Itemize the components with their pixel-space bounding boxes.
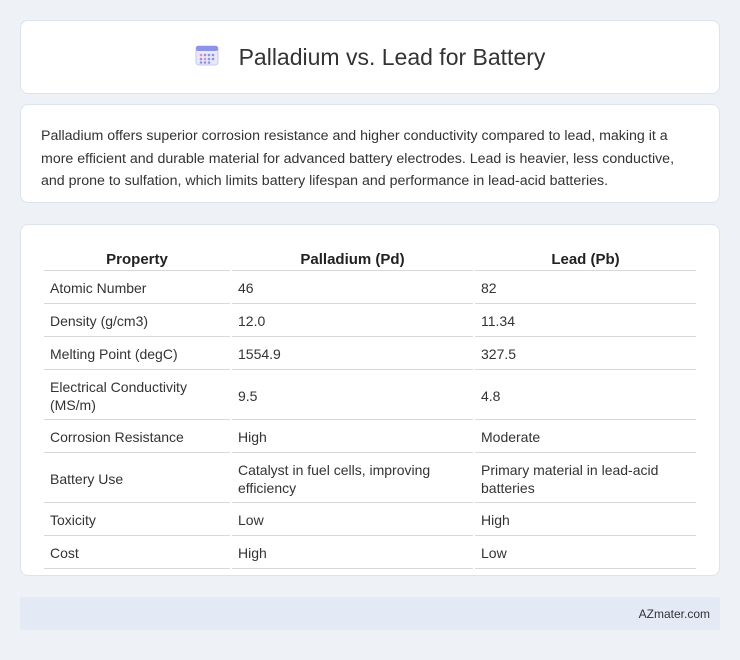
row-property: Melting Point (degC) — [44, 339, 230, 370]
row-palladium: 46 — [232, 273, 473, 304]
comparison-table-card: Property Palladium (Pd) Lead (Pb) Atomic… — [20, 224, 720, 576]
row-property: Toxicity — [44, 505, 230, 536]
row-lead: 327.5 — [475, 339, 696, 370]
page-title: Palladium vs. Lead for Battery — [238, 43, 546, 70]
row-property: Atomic Number — [44, 273, 230, 304]
row-palladium: 1554.9 — [232, 339, 473, 370]
calendar-icon — [195, 43, 219, 72]
row-palladium: 9.5 — [232, 372, 473, 420]
row-lead: Moderate — [475, 422, 696, 453]
table-row: Toxicity Low High — [44, 505, 696, 536]
row-palladium: Low — [232, 505, 473, 536]
row-property: Electrical Conductivity (MS/m) — [44, 372, 230, 420]
header-lead: Lead (Pb) — [475, 249, 696, 271]
row-lead: Low — [475, 538, 696, 569]
footer-brand: AZmater.com — [638, 606, 710, 621]
description-card: Palladium offers superior corrosion resi… — [20, 104, 720, 203]
footer-bar: AZmater.com — [20, 597, 720, 630]
row-lead: Primary material in lead-acid batteries — [475, 455, 696, 503]
row-property: Cost — [44, 538, 230, 569]
comparison-table: Property Palladium (Pd) Lead (Pb) Atomic… — [42, 247, 698, 571]
row-palladium: Catalyst in fuel cells, improving effici… — [232, 455, 473, 503]
table-row: Electrical Conductivity (MS/m) 9.5 4.8 — [44, 372, 696, 420]
table-row: Battery Use Catalyst in fuel cells, impr… — [44, 455, 696, 503]
table-row: Cost High Low — [44, 538, 696, 569]
title-wrap: Palladium vs. Lead for Battery — [195, 43, 546, 72]
header-property: Property — [44, 249, 230, 271]
row-palladium: 12.0 — [232, 306, 473, 337]
row-property: Density (g/cm3) — [44, 306, 230, 337]
row-lead: High — [475, 505, 696, 536]
row-property: Battery Use — [44, 455, 230, 503]
row-lead: 4.8 — [475, 372, 696, 420]
row-palladium: High — [232, 538, 473, 569]
table-row: Corrosion Resistance High Moderate — [44, 422, 696, 453]
table-row: Density (g/cm3) 12.0 11.34 — [44, 306, 696, 337]
table-row: Atomic Number 46 82 — [44, 273, 696, 304]
table-header-row: Property Palladium (Pd) Lead (Pb) — [44, 249, 696, 271]
row-lead: 82 — [475, 273, 696, 304]
header-palladium: Palladium (Pd) — [232, 249, 473, 271]
row-property: Corrosion Resistance — [44, 422, 230, 453]
row-lead: 11.34 — [475, 306, 696, 337]
table-row: Melting Point (degC) 1554.9 327.5 — [44, 339, 696, 370]
description-text: Palladium offers superior corrosion resi… — [41, 128, 675, 190]
header-card: Palladium vs. Lead for Battery — [20, 20, 720, 94]
row-palladium: High — [232, 422, 473, 453]
